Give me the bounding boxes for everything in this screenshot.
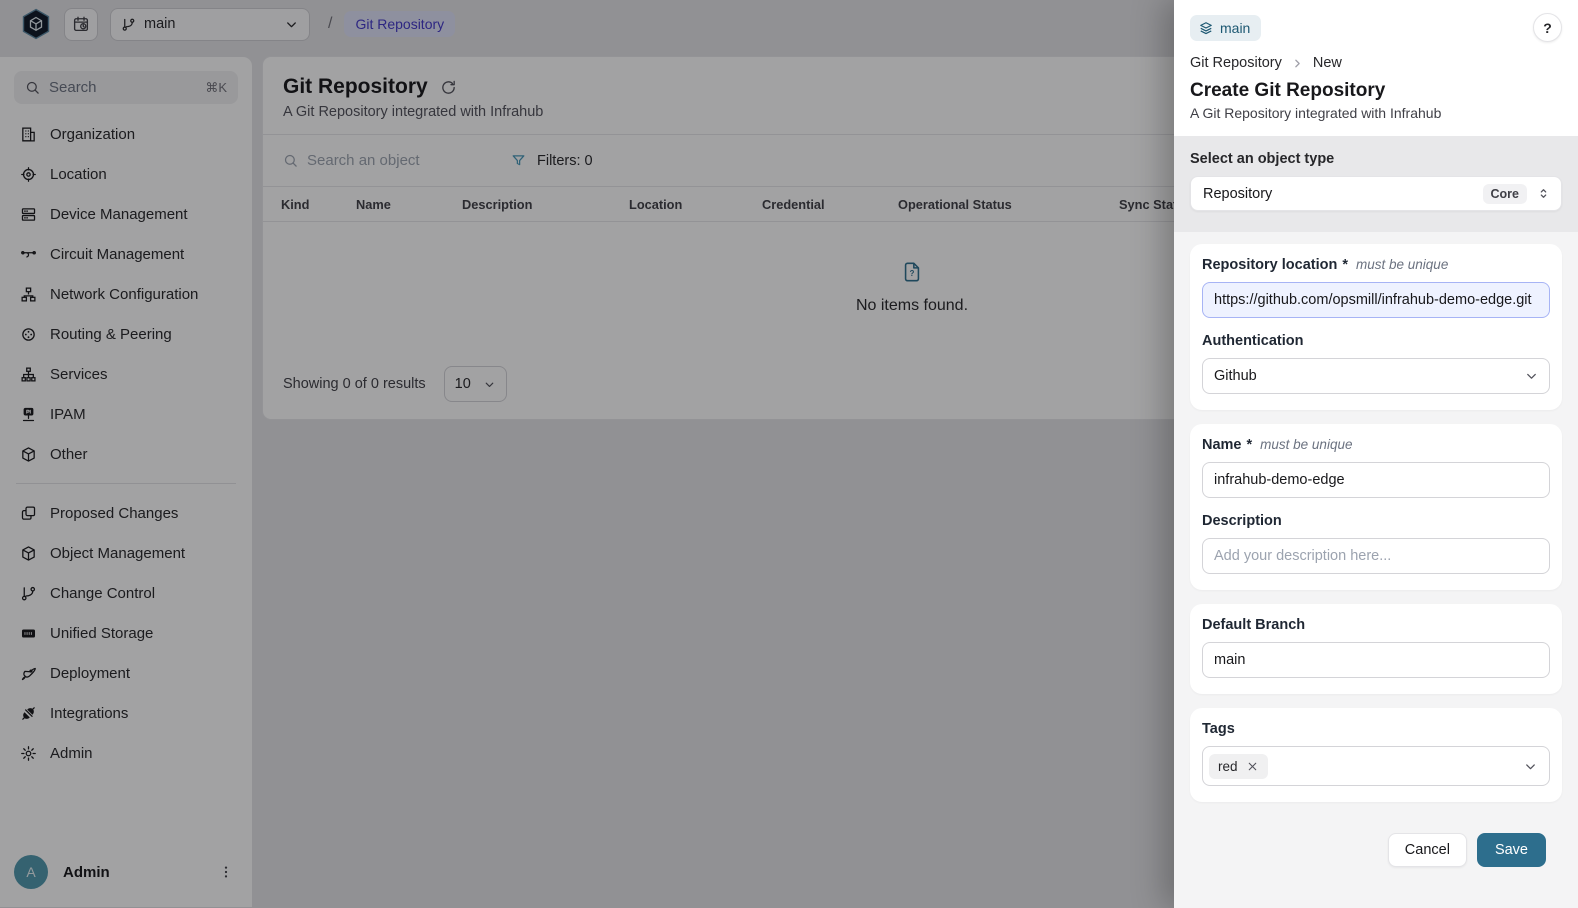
branch-badge-label: main: [1220, 20, 1250, 36]
branch-badge[interactable]: main: [1190, 15, 1261, 41]
tags-label: Tags: [1202, 721, 1550, 737]
name-label: Name* must be unique: [1202, 437, 1550, 453]
remove-tag-icon[interactable]: [1246, 760, 1259, 773]
drawer-header: main ? Git Repository New Create Git Rep…: [1174, 0, 1578, 136]
name-input[interactable]: [1202, 462, 1550, 498]
repository-location-input[interactable]: [1202, 282, 1550, 318]
layers-icon: [1199, 21, 1213, 35]
required-marker: *: [1247, 437, 1253, 453]
unique-hint: must be unique: [1356, 257, 1448, 272]
form-card-location-auth: Repository location* must be unique Auth…: [1190, 244, 1562, 410]
description-input[interactable]: [1202, 538, 1550, 574]
unique-hint: must be unique: [1260, 437, 1352, 452]
cancel-button[interactable]: Cancel: [1388, 833, 1467, 867]
save-button[interactable]: Save: [1477, 833, 1546, 867]
drawer-form: Repository location* must be unique Auth…: [1174, 232, 1578, 908]
chevron-down-icon: [1524, 369, 1539, 384]
object-type-value: Repository: [1203, 186, 1474, 202]
default-branch-label: Default Branch: [1202, 617, 1550, 633]
chevron-right-icon: [1291, 57, 1304, 70]
required-marker: *: [1342, 257, 1348, 273]
namespace-badge: Core: [1483, 184, 1527, 204]
help-button[interactable]: ?: [1533, 13, 1562, 42]
drawer-subtitle: A Git Repository integrated with Infrahu…: [1190, 105, 1562, 121]
drawer-breadcrumb-current: New: [1313, 55, 1342, 71]
drawer-footer: Cancel Save: [1190, 816, 1562, 867]
object-type-label: Select an object type: [1190, 151, 1562, 167]
object-type-select[interactable]: Repository Core: [1190, 176, 1562, 211]
form-card-name-description: Name* must be unique Description: [1190, 424, 1562, 590]
drawer-title: Create Git Repository: [1190, 80, 1562, 102]
location-label: Repository location* must be unique: [1202, 257, 1550, 273]
default-branch-input[interactable]: [1202, 642, 1550, 678]
tags-multiselect[interactable]: red: [1202, 746, 1550, 786]
tag-chip-label: red: [1218, 759, 1238, 774]
drawer-breadcrumb: Git Repository New: [1190, 55, 1562, 71]
drawer-breadcrumb-parent[interactable]: Git Repository: [1190, 55, 1282, 71]
chevrons-up-down-icon: [1536, 186, 1551, 201]
tag-chip: red: [1209, 754, 1268, 779]
authentication-select[interactable]: [1202, 358, 1550, 394]
form-card-tags: Tags red: [1190, 708, 1562, 802]
authentication-label: Authentication: [1202, 333, 1550, 349]
object-type-section: Select an object type Repository Core: [1174, 136, 1578, 232]
create-git-repository-drawer: main ? Git Repository New Create Git Rep…: [1174, 0, 1578, 908]
form-card-default-branch: Default Branch: [1190, 604, 1562, 694]
description-label: Description: [1202, 513, 1550, 529]
chevron-down-icon: [1523, 759, 1538, 774]
